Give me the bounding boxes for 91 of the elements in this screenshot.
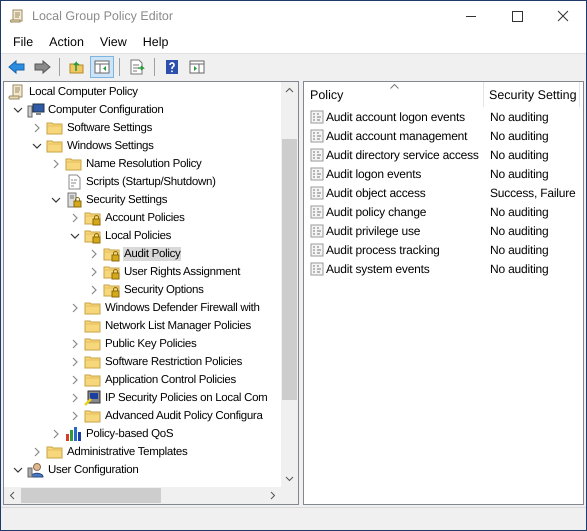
scroll-icon <box>9 8 25 24</box>
table-cell[interactable]: Audit privilege use <box>326 224 420 238</box>
right-arrow-icon <box>33 59 51 75</box>
tree-item[interactable]: Network List Manager Policies <box>104 319 252 333</box>
help-icon <box>163 59 181 75</box>
policy-icon <box>310 148 324 162</box>
tree-item[interactable]: User Configuration <box>47 463 140 477</box>
tree-item[interactable]: Administrative Templates <box>66 445 188 459</box>
menu-item[interactable]: Help <box>134 33 176 51</box>
table-cell[interactable]: Audit system events <box>326 262 430 276</box>
table-cell-text: No auditing <box>489 128 550 142</box>
document-arrow-icon <box>128 59 146 75</box>
folder-icon <box>46 120 64 136</box>
menu-item[interactable]: File <box>5 33 42 51</box>
policy-icon <box>310 242 324 256</box>
folder-icon <box>65 156 83 172</box>
table-cell[interactable]: Audit policy change <box>326 204 426 218</box>
tree-item[interactable]: Name Resolution Policy <box>85 157 202 171</box>
tree-item[interactable]: Software Restriction Policies <box>104 355 244 369</box>
table-cell[interactable]: Audit directory service access <box>326 148 479 162</box>
column-header[interactable]: Security Setting <box>484 82 580 107</box>
panel-icon <box>93 59 111 75</box>
tree-item[interactable]: Security Settings <box>85 193 168 207</box>
table-cell-text: No auditing <box>489 262 550 276</box>
tree-item[interactable]: Computer Configuration <box>47 103 164 117</box>
show-tree-button[interactable] <box>90 56 114 78</box>
tree-item[interactable]: Scripts (Startup/Shutdown) <box>85 175 217 189</box>
chevron-icon[interactable] <box>32 141 42 151</box>
left-arrow-icon <box>8 59 26 75</box>
tree-item[interactable]: Application Control Policies <box>104 373 237 387</box>
tree-item[interactable]: Advanced Audit Policy Configura <box>104 409 264 423</box>
locked-folder-icon <box>84 210 102 226</box>
locked-folder-icon <box>103 282 121 298</box>
computer-icon <box>27 102 45 118</box>
folder-icon <box>84 336 102 352</box>
table-cell-text: No auditing <box>489 242 550 256</box>
folder-icon <box>84 372 102 388</box>
table-cell[interactable]: Audit process tracking <box>326 242 440 256</box>
tree-item[interactable]: Audit Policy <box>123 247 182 261</box>
tree-item[interactable]: Windows Settings <box>66 139 155 153</box>
table-cell-text: No auditing <box>489 148 550 162</box>
tree-item[interactable]: Security Options <box>123 283 205 297</box>
table-cell-text: No auditing <box>489 224 550 238</box>
tree-item[interactable]: Account Policies <box>104 211 186 225</box>
table-cell[interactable]: Audit account logon events <box>326 110 465 124</box>
folder-icon <box>84 300 102 316</box>
table-cell-text: Success, Failure <box>489 186 576 200</box>
tree-item[interactable]: User Rights Assignment <box>123 265 242 279</box>
vertical-scrollbar[interactable] <box>281 82 298 487</box>
panel-icon <box>188 59 206 75</box>
locked-folder-icon <box>103 264 121 280</box>
policy-icon <box>310 262 324 276</box>
policy-icon <box>310 166 324 180</box>
locked-folder-icon <box>103 246 121 262</box>
folder-icon <box>84 354 102 370</box>
tree-item[interactable]: Windows Defender Firewall with <box>104 301 261 315</box>
chevron-icon[interactable] <box>70 231 80 241</box>
folder-icon <box>84 318 102 334</box>
folder-icon <box>84 408 102 424</box>
chevron-icon[interactable] <box>13 105 23 115</box>
tree-item[interactable]: Public Key Policies <box>104 337 198 351</box>
tree-item[interactable]: Software Settings <box>66 121 154 135</box>
table-cell-text: No auditing <box>489 204 550 218</box>
chevron-icon[interactable] <box>51 195 61 205</box>
table-cell[interactable]: Audit object access <box>326 186 426 200</box>
menu-item[interactable]: View <box>92 33 135 51</box>
folder-icon <box>46 138 64 154</box>
locked-folder-icon <box>84 228 102 244</box>
policy-icon <box>310 128 324 142</box>
chevron-icon[interactable] <box>13 465 23 475</box>
window-title: Local Group Policy Editor <box>32 9 174 23</box>
table-cell[interactable]: Audit logon events <box>326 166 422 180</box>
user-icon <box>27 462 45 478</box>
tree-item[interactable]: Local Computer Policy <box>28 85 139 99</box>
tree-item[interactable]: IP Security Policies on Local Com <box>104 391 268 405</box>
policy-icon <box>310 186 324 200</box>
computer-key-icon <box>84 390 102 406</box>
folder-up-icon <box>68 59 86 75</box>
bar-graph-icon <box>65 426 83 442</box>
policy-icon <box>310 204 324 218</box>
column-header[interactable]: Policy <box>304 82 484 107</box>
tree-item[interactable]: Local Policies <box>104 229 172 243</box>
tree-item[interactable]: Policy-based QoS <box>85 427 174 441</box>
folder-icon <box>46 444 64 460</box>
server-lock-icon <box>65 192 83 208</box>
table-cell[interactable]: Audit account management <box>326 128 468 142</box>
table-cell-text: No auditing <box>489 166 550 180</box>
menu-item[interactable]: Action <box>41 33 92 51</box>
table-cell-text: No auditing <box>489 110 550 124</box>
policy-icon <box>310 224 324 238</box>
policy-icon <box>310 110 324 124</box>
